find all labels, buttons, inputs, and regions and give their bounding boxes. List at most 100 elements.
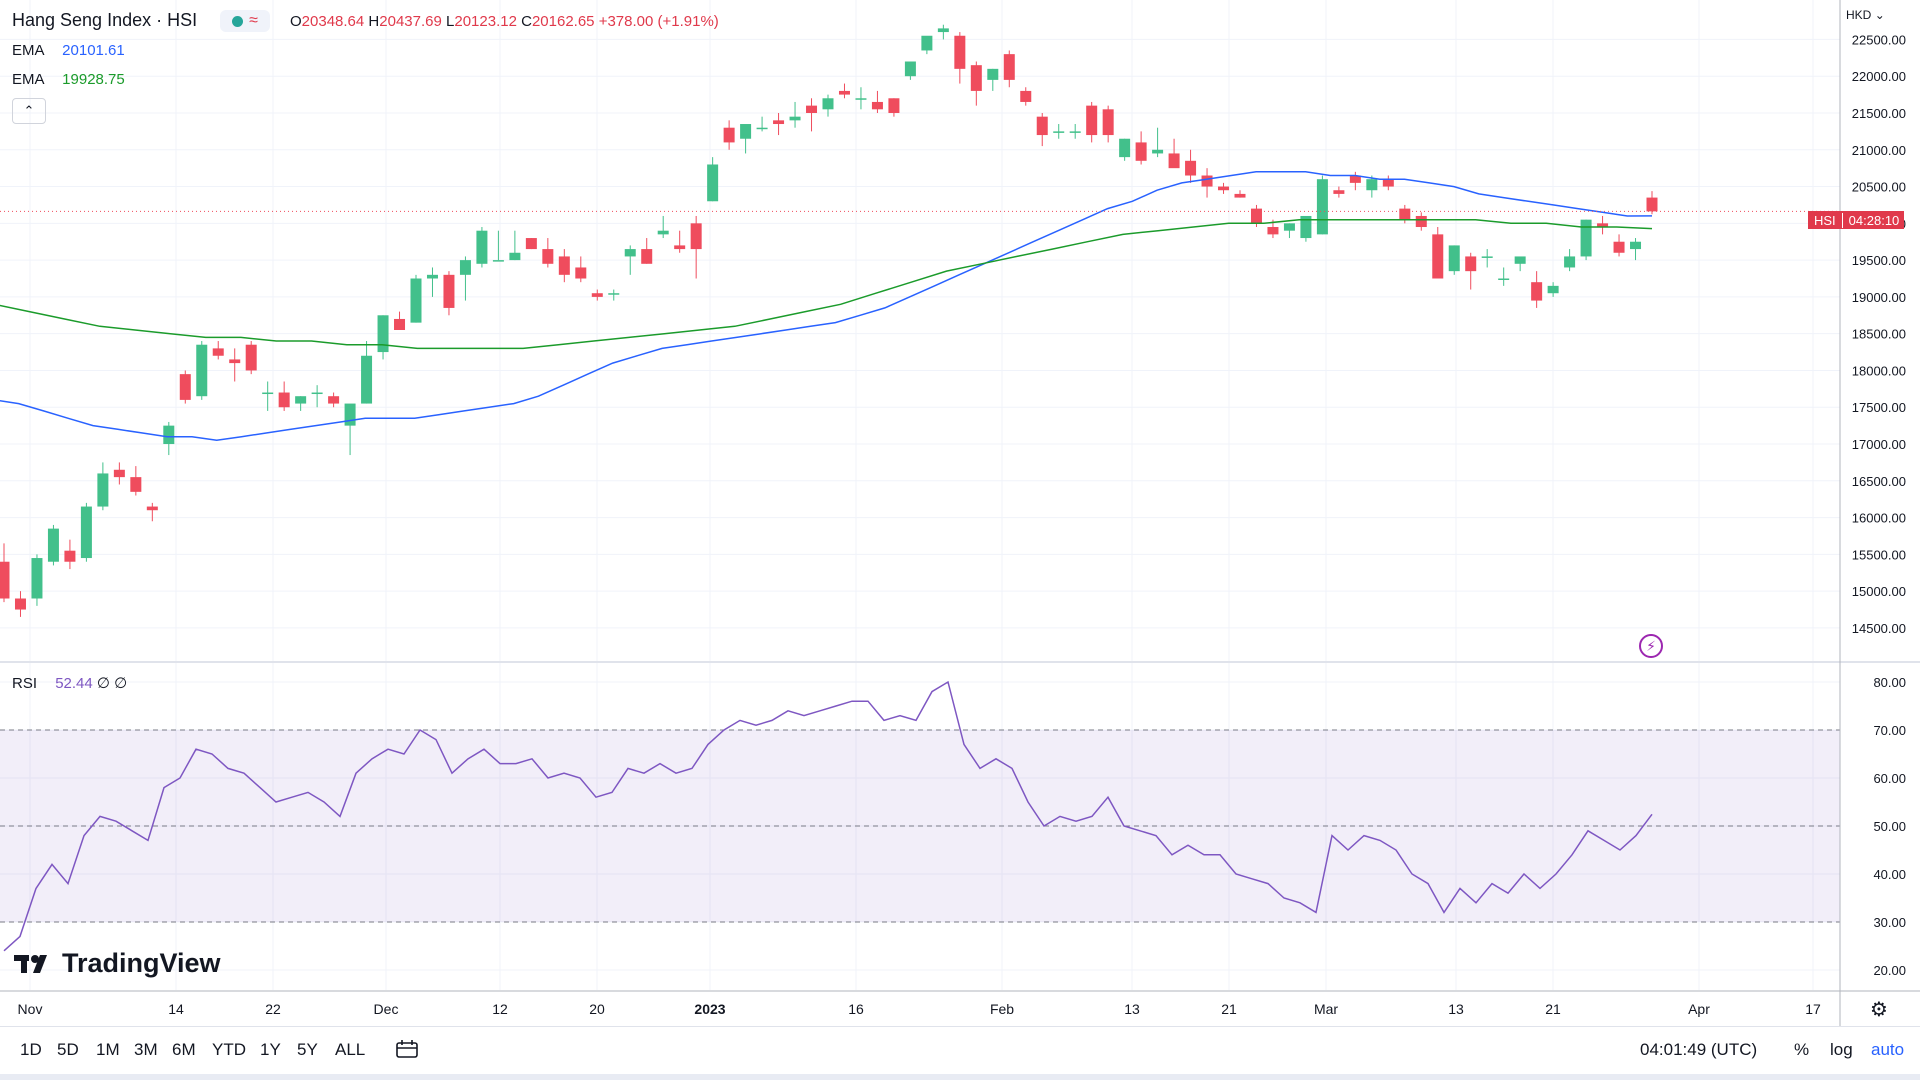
time-tick-label: 22 <box>265 1001 281 1017</box>
chart-canvas[interactable]: 22500.00 22000.00 21500.00 21000.00 20500.00… <box>0 0 1920 1080</box>
time-tick-label: Dec <box>374 1001 399 1017</box>
candle <box>1498 267 1510 286</box>
candle <box>1613 234 1625 257</box>
candle-body <box>1646 197 1658 212</box>
candle <box>14 591 26 617</box>
last-price-tag: HSI 04:28:10 <box>1808 211 1904 229</box>
candle-body <box>212 348 224 356</box>
price-tick-label: 20500.00 <box>1852 180 1906 195</box>
symbol-badge[interactable]: ≈ <box>220 10 270 32</box>
candle-body <box>130 477 142 492</box>
candle-body <box>146 506 158 511</box>
candle-body <box>756 127 768 130</box>
candle <box>1646 191 1658 215</box>
rsi-tick-label: 40.00 <box>1873 867 1906 882</box>
ema1-legend[interactable]: EMA 20101.61 <box>12 42 125 59</box>
lightning-icon[interactable]: ⚡ <box>1639 634 1663 658</box>
price-tick-label: 21000.00 <box>1852 143 1906 158</box>
price-tick-label: 22000.00 <box>1852 69 1906 84</box>
candle <box>1201 168 1213 198</box>
candle <box>723 120 735 150</box>
range-button-5y[interactable]: 5Y <box>297 1040 318 1060</box>
candle-body <box>1481 256 1493 258</box>
candle-body <box>888 98 900 113</box>
candle-body <box>64 550 76 562</box>
range-button-ytd[interactable]: YTD <box>212 1040 246 1060</box>
candle-body <box>970 65 982 91</box>
time-tick-label: 21 <box>1545 1001 1561 1017</box>
candle <box>476 227 488 268</box>
time-tick-label: 17 <box>1805 1001 1821 1017</box>
candle <box>344 403 356 456</box>
chevron-down-icon: ⌄ <box>1874 8 1885 22</box>
candle-body <box>344 403 356 426</box>
candle <box>1069 124 1081 139</box>
candle <box>426 267 438 297</box>
candle <box>443 271 455 316</box>
candle <box>1003 50 1015 88</box>
range-button-1y[interactable]: 1Y <box>260 1040 281 1060</box>
candle-body <box>229 359 241 364</box>
candle <box>525 238 537 250</box>
time-tick-label: Nov <box>18 1001 43 1017</box>
range-button-all[interactable]: ALL <box>335 1040 365 1060</box>
candle <box>377 315 389 360</box>
candle-body <box>674 245 686 250</box>
auto-scale-button[interactable]: auto <box>1871 1040 1904 1060</box>
candle-body <box>1564 256 1576 268</box>
high-label: H <box>368 13 380 30</box>
currency-selector[interactable]: HKD ⌄ <box>1846 8 1885 22</box>
time-tick-label: Apr <box>1688 1001 1710 1017</box>
candle <box>1382 175 1394 191</box>
candle-body <box>690 223 702 250</box>
footer-strip <box>0 1074 1920 1080</box>
candlestick-series <box>0 24 1658 617</box>
candle-body <box>558 256 570 275</box>
candle-body <box>179 374 191 400</box>
ema2-legend[interactable]: EMA 19928.75 <box>12 71 125 88</box>
range-button-5d[interactable]: 5D <box>57 1040 79 1060</box>
candle-body <box>1630 241 1642 250</box>
utc-clock[interactable]: 04:01:49 (UTC) <box>1640 1040 1757 1060</box>
candle-body <box>954 35 966 69</box>
collapse-legend-button[interactable]: ⌃ <box>12 98 46 124</box>
candle <box>410 274 422 323</box>
rsi-legend[interactable]: RSI 52.44 ∅ ∅ <box>12 674 127 692</box>
percent-scale-button[interactable]: % <box>1794 1040 1809 1060</box>
candle <box>179 370 191 404</box>
candle <box>1399 204 1411 224</box>
price-tick-label: 22500.00 <box>1852 32 1906 47</box>
candle <box>1218 182 1230 194</box>
candle-body <box>822 98 834 110</box>
ema2-value: 19928.75 <box>62 71 125 88</box>
candle-body <box>1613 241 1625 253</box>
candle <box>1531 271 1543 308</box>
candle-body <box>31 558 43 599</box>
candle <box>937 24 949 40</box>
candle <box>1564 249 1576 272</box>
go-to-date-icon[interactable] <box>396 1040 418 1063</box>
ema-slow-line <box>0 218 1653 350</box>
candle <box>1349 171 1361 191</box>
rsi-tick-label: 30.00 <box>1873 915 1906 930</box>
rsi-tick-label: 60.00 <box>1873 771 1906 786</box>
candle <box>1119 138 1131 161</box>
price-tick-label: 16500.00 <box>1852 474 1906 489</box>
range-button-1m[interactable]: 1M <box>96 1040 120 1060</box>
candle <box>806 98 818 132</box>
range-button-1d[interactable]: 1D <box>20 1040 42 1060</box>
candle <box>1020 87 1032 106</box>
candle <box>1053 124 1065 139</box>
range-button-6m[interactable]: 6M <box>172 1040 196 1060</box>
candle-body <box>1547 285 1559 294</box>
settings-gear-icon[interactable]: ⚙ <box>1870 997 1888 1022</box>
range-button-3m[interactable]: 3M <box>134 1040 158 1060</box>
candle <box>1316 175 1328 235</box>
candle <box>1597 215 1609 235</box>
candle-body <box>806 105 818 113</box>
log-scale-button[interactable]: log <box>1830 1040 1853 1060</box>
symbol-title[interactable]: Hang Seng Index · HSI <box>12 10 197 31</box>
candle <box>1333 186 1345 198</box>
time-tick-label: 16 <box>848 1001 864 1017</box>
candle-body <box>1580 219 1592 257</box>
